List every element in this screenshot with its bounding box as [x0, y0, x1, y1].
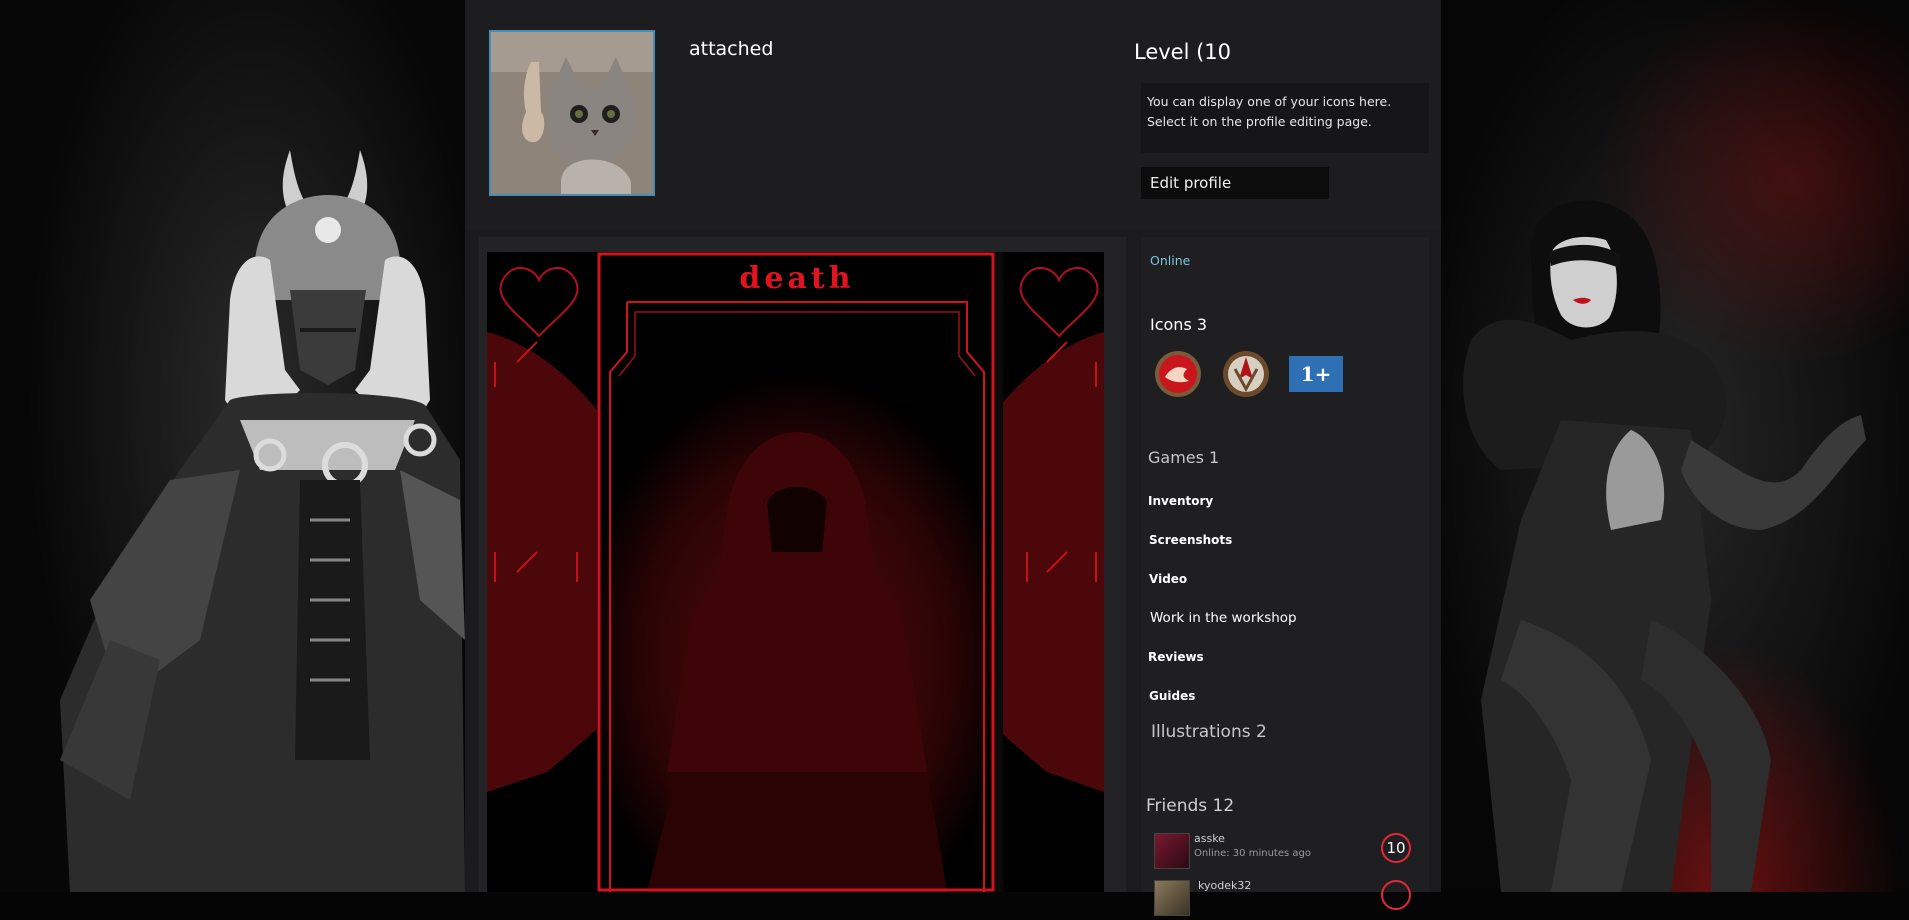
1-plus-badge-icon[interactable]: 1+ — [1289, 356, 1343, 392]
artwork-title: death — [739, 261, 854, 296]
guides-link[interactable]: Guides — [1149, 689, 1195, 703]
icon-hint-line-2: Select it on the profile editing page. — [1147, 114, 1372, 129]
friend-item[interactable]: kyodek32 — [1154, 879, 1424, 920]
workshop-link[interactable]: Work in the workshop — [1150, 610, 1297, 626]
profile-avatar[interactable] — [489, 30, 655, 196]
showcase-artwork[interactable]: death — [487, 252, 1104, 892]
friend-level-badge: 10 — [1381, 833, 1411, 863]
friend-item[interactable]: asske Online: 30 minutes ago 10 — [1154, 832, 1424, 873]
bronze-emblem-badge-icon[interactable] — [1221, 349, 1271, 399]
friend-level-badge — [1381, 880, 1411, 910]
profile-column: attached Level (10 You can display one o… — [465, 0, 1441, 916]
cat-avatar-image — [491, 32, 653, 194]
friend-name: kyodek32 — [1198, 879, 1252, 892]
death-artwork-image: death — [487, 252, 1104, 892]
dark-swordswoman-illustration — [1463, 200, 1866, 892]
friend-status: Online: 30 minutes ago — [1194, 848, 1311, 859]
online-status: Online — [1150, 253, 1191, 268]
friend-avatar — [1154, 833, 1190, 869]
friends-section-link[interactable]: Friends 12 — [1146, 796, 1234, 816]
icon-hint-line-1: You can display one of your icons here. — [1147, 94, 1392, 109]
inventory-link[interactable]: Inventory — [1148, 494, 1213, 508]
icons-section-link[interactable]: Icons 3 — [1150, 315, 1207, 334]
reviews-link[interactable]: Reviews — [1148, 650, 1204, 664]
edit-profile-button[interactable]: Edit profile — [1141, 167, 1329, 199]
background-right-artwork — [1441, 0, 1909, 892]
profile-header: attached Level (10 You can display one o… — [465, 0, 1441, 230]
illustrations-link[interactable]: Illustrations 2 — [1151, 722, 1267, 742]
red-dragon-badge-icon[interactable] — [1153, 349, 1203, 399]
friend-avatar — [1154, 880, 1190, 916]
friend-name: asske — [1194, 832, 1225, 845]
background-left-artwork — [0, 0, 465, 892]
profile-sidebar: Online Icons 3 1+ Games 1 Inventory Scre… — [1141, 237, 1429, 916]
profile-level: Level (10 — [1134, 40, 1232, 64]
hooded-warrior-illustration — [60, 150, 465, 892]
screenshots-link[interactable]: Screenshots — [1149, 533, 1232, 547]
profile-username: attached — [689, 38, 774, 60]
video-link[interactable]: Video — [1149, 572, 1187, 586]
featured-icon-placeholder: You can display one of your icons here. … — [1141, 83, 1429, 153]
games-link[interactable]: Games 1 — [1148, 448, 1219, 467]
